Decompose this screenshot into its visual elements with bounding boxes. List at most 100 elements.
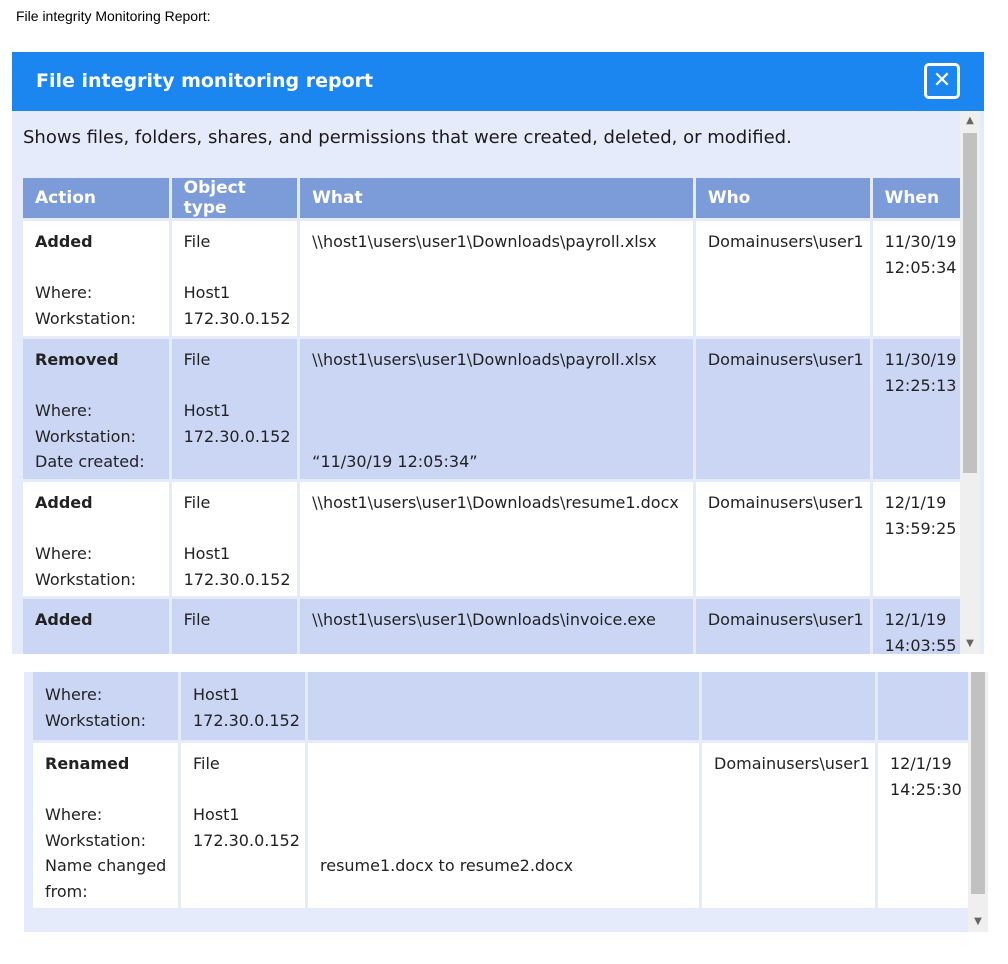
header-object-type[interactable]: Object type — [171, 178, 298, 218]
action-label: Removed — [35, 350, 119, 369]
workstation-value: 172.30.0.152 — [193, 710, 300, 730]
report-description: Shows files, folders, shares, and permis… — [23, 127, 792, 148]
object-type-cell: File Host1 172.30.0.152 — [181, 743, 305, 908]
scroll-down-icon[interactable]: ▼ — [968, 912, 988, 932]
object-type-cell: File Host1 172.30.0.152 — [171, 482, 298, 596]
scroll-thumb[interactable] — [971, 672, 985, 894]
who-cell: Domainusers\user1 — [695, 221, 870, 336]
what-cell: \\host1\users\user1\Downloads\invoice.ex… — [300, 599, 693, 654]
date-created-label: Date created: — [35, 452, 145, 471]
what-path: \\host1\users\user1\Downloads\resume1.do… — [312, 493, 679, 512]
object-type-cell: File Host1 172.30.0.152 — [171, 339, 298, 479]
workstation-value: 172.30.0.152 — [183, 426, 291, 446]
object-type-cell: File Host1 172.30.0.152 — [171, 221, 298, 336]
workstation-label: Workstation: — [35, 569, 136, 589]
action-cell: Renamed Where: Workstation: Name changed… — [33, 743, 178, 908]
who-cell: Domainusers\user1 — [702, 743, 875, 908]
where-label: Where: — [35, 544, 93, 563]
who-cell — [702, 672, 875, 740]
when-cell: 12/1/19 14:25:30 — [878, 743, 972, 908]
vertical-scrollbar[interactable]: ▼ — [968, 672, 988, 932]
action-label: Added — [35, 493, 93, 512]
report-table-continued: Where: Workstation: Host1 172.30.0.152 R… — [30, 672, 975, 911]
scroll-down-icon[interactable]: ▼ — [960, 634, 980, 654]
name-changed-label: Name changed — [45, 856, 167, 875]
when-time: 14:03:55 — [884, 635, 957, 655]
where-value: Host1 — [183, 401, 231, 420]
table-row: Renamed Where: Workstation: Name changed… — [33, 743, 972, 908]
scroll-thumb[interactable] — [963, 133, 977, 473]
what-cell — [308, 672, 699, 740]
where-label: Where: — [35, 283, 93, 302]
who-user: Domainusers\user1 — [707, 350, 864, 369]
workstation-value: 172.30.0.152 — [183, 308, 291, 328]
table-row: Where: Workstation: Host1 172.30.0.152 — [33, 672, 972, 740]
table-row: Added File \\host1\users\user1\Downloads… — [23, 599, 967, 654]
where-value: Host1 — [193, 685, 240, 704]
what-cell: \\host1\users\user1\Downloads\payroll.xl… — [300, 339, 693, 479]
who-user: Domainusers\user1 — [707, 232, 864, 251]
scroll-up-icon[interactable]: ▲ — [960, 111, 980, 131]
dialog-title: File integrity monitoring report — [36, 70, 374, 92]
header-action[interactable]: Action — [23, 178, 169, 218]
when-cell: 11/30/19 12:05:34 — [872, 221, 967, 336]
action-cell: Added Where: Workstation: — [23, 482, 169, 596]
action-label: Renamed — [45, 754, 130, 773]
action-cell: Where: Workstation: — [33, 672, 178, 740]
close-button[interactable]: ✕ — [924, 63, 960, 99]
action-label: Added — [35, 232, 93, 251]
when-time: 14:25:30 — [890, 779, 962, 799]
who-cell: Domainusers\user1 — [695, 339, 870, 479]
workstation-label: Workstation: — [35, 426, 136, 446]
where-label: Where: — [45, 805, 103, 824]
action-label: Added — [35, 610, 93, 629]
where-value: Host1 — [183, 283, 231, 302]
when-cell: 11/30/19 12:25:13 — [872, 339, 967, 479]
object-type: File — [183, 610, 211, 629]
what-path: \\host1\users\user1\Downloads\payroll.xl… — [312, 232, 657, 251]
action-cell: Added — [23, 599, 169, 654]
when-date: 11/30/19 — [884, 350, 957, 369]
where-label: Where: — [35, 401, 93, 420]
header-when[interactable]: When — [872, 178, 967, 218]
when-time: 12:05:34 — [884, 257, 957, 277]
object-type: File — [183, 350, 211, 369]
report-dialog-scrolled: Where: Workstation: Host1 172.30.0.152 R… — [24, 672, 988, 932]
what-cell: \\host1\users\user1\Downloads\payroll.xl… — [300, 221, 693, 336]
header-what[interactable]: What — [300, 178, 693, 218]
header-who[interactable]: Who — [695, 178, 870, 218]
action-cell: Added Where: Workstation: — [23, 221, 169, 336]
when-date: 12/1/19 — [884, 610, 947, 629]
object-type: File — [193, 754, 220, 773]
when-cell: 12/1/19 13:59:25 — [872, 482, 967, 596]
object-type: File — [183, 232, 211, 251]
object-type: File — [183, 493, 211, 512]
table-row: Added Where: Workstation: File Host1 172… — [23, 482, 967, 596]
who-user: Domainusers\user1 — [707, 610, 864, 629]
when-time: 12:25:13 — [884, 375, 957, 395]
object-type-cell: Host1 172.30.0.152 — [181, 672, 305, 740]
workstation-value: 172.30.0.152 — [183, 569, 291, 589]
workstation-label: Workstation: — [45, 710, 146, 730]
rename-detail: resume1.docx to resume2.docx — [320, 856, 574, 875]
who-user: Domainusers\user1 — [707, 493, 864, 512]
action-cell: Removed Where: Workstation: Date created… — [23, 339, 169, 479]
when-cell — [878, 672, 972, 740]
when-date: 12/1/19 — [884, 493, 947, 512]
workstation-label: Workstation: — [45, 830, 146, 850]
table-row: Removed Where: Workstation: Date created… — [23, 339, 967, 479]
vertical-scrollbar[interactable]: ▲ ▼ — [960, 111, 980, 654]
object-type-cell: File — [171, 599, 298, 654]
what-cell: resume1.docx to resume2.docx — [308, 743, 699, 908]
where-value: Host1 — [183, 544, 231, 563]
when-date: 11/30/19 — [884, 232, 957, 251]
who-cell: Domainusers\user1 — [695, 599, 870, 654]
report-dialog: File integrity monitoring report ✕ Shows… — [12, 52, 984, 654]
page-caption: File integrity Monitoring Report: — [16, 8, 211, 24]
when-date: 12/1/19 — [890, 754, 952, 773]
table-header-row: Action Object type What Who When — [23, 178, 967, 218]
what-path: \\host1\users\user1\Downloads\invoice.ex… — [312, 610, 656, 629]
where-label: Where: — [45, 685, 103, 704]
dialog-titlebar: File integrity monitoring report ✕ — [12, 52, 984, 111]
what-path: \\host1\users\user1\Downloads\payroll.xl… — [312, 350, 657, 369]
